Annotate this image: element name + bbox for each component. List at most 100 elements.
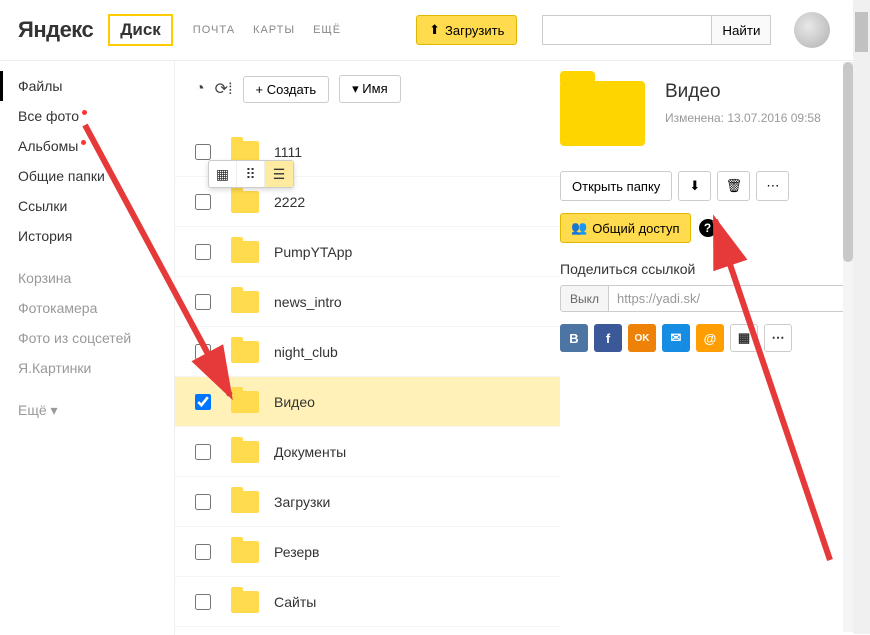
folder-icon [231, 241, 259, 263]
file-row[interactable]: Резерв [175, 527, 560, 577]
open-folder-button[interactable]: Открыть папку [560, 171, 672, 201]
folder-icon [231, 341, 259, 363]
header: Яндекс Диск ПОЧТА КАРТЫ ЕЩЁ ⬆ Загрузить … [0, 0, 870, 61]
timer-icon[interactable]: ◔ [195, 80, 205, 98]
avatar[interactable] [794, 12, 830, 48]
file-row[interactable]: night_club [175, 327, 560, 377]
folder-icon [231, 591, 259, 613]
details-panel: Видео Изменена: 13.07.2016 09:58 Открыть… [560, 61, 870, 635]
file-name: Документы [274, 444, 346, 460]
row-checkbox[interactable] [195, 444, 211, 460]
dots-icon: ⋯ [766, 178, 779, 194]
row-checkbox[interactable] [195, 194, 211, 210]
sidebar-item-pics[interactable]: Я.Картинки [0, 353, 174, 383]
inner-scrollbar[interactable] [843, 62, 853, 632]
row-checkbox[interactable] [195, 294, 211, 310]
details-title: Видео [665, 81, 821, 103]
delete-button[interactable]: 🗑 [717, 171, 750, 201]
mail-icon[interactable]: ✉ [662, 324, 690, 352]
upload-button[interactable]: ⬆ Загрузить [416, 15, 517, 45]
row-checkbox[interactable] [195, 394, 211, 410]
top-nav: ПОЧТА КАРТЫ ЕЩЁ [193, 24, 341, 36]
file-name: 2222 [274, 194, 305, 210]
row-checkbox[interactable] [195, 344, 211, 360]
more-social-icon[interactable]: ⋯ [764, 324, 792, 352]
file-name: 1111 [274, 144, 302, 160]
chevron-down-icon: ▾ [51, 402, 58, 418]
search-box: Найти [542, 15, 771, 45]
sidebar-item-albums[interactable]: Альбомы [0, 131, 174, 161]
download-icon: ⬇ [689, 178, 700, 194]
upload-label: Загрузить [445, 23, 504, 38]
row-checkbox[interactable] [195, 244, 211, 260]
nav-mail[interactable]: ПОЧТА [193, 24, 235, 36]
people-icon: 👥 [571, 220, 587, 236]
sidebar-item-trash[interactable]: Корзина [0, 263, 174, 293]
file-row[interactable]: Загрузки [175, 477, 560, 527]
row-checkbox[interactable] [195, 144, 211, 160]
sidebar-item-history[interactable]: История [0, 221, 174, 251]
sort-button[interactable]: ▾ Имя [339, 75, 400, 103]
folder-icon [231, 191, 259, 213]
row-checkbox[interactable] [195, 594, 211, 610]
file-name: PumpYTApp [274, 244, 352, 260]
more-actions-button[interactable]: ⋯ [756, 171, 789, 201]
search-button[interactable]: Найти [712, 15, 771, 45]
create-button[interactable]: + Создать [243, 76, 330, 103]
folder-icon [231, 541, 259, 563]
view-switcher: ▦ ⠿ ☰ [208, 160, 294, 188]
details-meta: Изменена: 13.07.2016 09:58 [665, 111, 821, 125]
moimir-icon[interactable]: @ [696, 324, 724, 352]
brand-logo[interactable]: Яндекс [18, 17, 93, 43]
search-input[interactable] [542, 15, 712, 45]
share-access-button[interactable]: 👥Общий доступ [560, 213, 691, 243]
fb-icon[interactable]: f [594, 324, 622, 352]
toolbar: ◔ ⟳⁞ + Создать ▾ Имя [175, 61, 560, 117]
file-name: news_intro [274, 294, 342, 310]
nav-more[interactable]: ЕЩЁ [313, 24, 341, 36]
file-row[interactable]: Видео [175, 377, 560, 427]
file-name: Резерв [274, 544, 319, 560]
sidebar-item-photos[interactable]: Все фото [0, 101, 174, 131]
sidebar-item-social[interactable]: Фото из соцсетей [0, 323, 174, 353]
view-list[interactable]: ☰ [265, 161, 293, 187]
sync-icon[interactable]: ⟳⁞ [215, 79, 233, 99]
sidebar-item-shared[interactable]: Общие папки [0, 161, 174, 191]
file-row[interactable]: Сайты [175, 577, 560, 627]
sidebar-more[interactable]: Ещё ▾ [0, 395, 174, 426]
download-button[interactable]: ⬇ [678, 171, 711, 201]
file-list: 1111 2222 PumpYTApp news_intro night_clu… [175, 127, 560, 627]
nav-maps[interactable]: КАРТЫ [253, 24, 295, 36]
sidebar-item-files[interactable]: Файлы [0, 71, 174, 101]
app-logo[interactable]: Диск [108, 14, 173, 46]
link-toggle[interactable]: Выкл [560, 285, 609, 312]
view-tiles-small[interactable]: ⠿ [237, 161, 265, 187]
qr-icon[interactable]: ▦ [730, 324, 758, 352]
sidebar-item-camera[interactable]: Фотокамера [0, 293, 174, 323]
file-row[interactable]: PumpYTApp [175, 227, 560, 277]
social-row: B f OK ✉ @ ▦ ⋯ [560, 324, 848, 352]
trash-icon: 🗑 [726, 178, 743, 194]
vk-icon[interactable]: B [560, 324, 588, 352]
folder-icon-large [560, 81, 645, 146]
folder-icon [231, 391, 259, 413]
share-link-label: Поделиться ссылкой [560, 261, 848, 277]
row-checkbox[interactable] [195, 494, 211, 510]
sidebar: Файлы Все фото Альбомы Общие папки Ссылк… [0, 61, 175, 635]
file-row[interactable]: news_intro [175, 277, 560, 327]
help-icon[interactable]: ? [699, 219, 717, 237]
view-tiles-large[interactable]: ▦ [209, 161, 237, 187]
file-name: Загрузки [274, 494, 330, 510]
file-panel: ◔ ⟳⁞ + Создать ▾ Имя 1111 2222 PumpYTApp… [175, 61, 560, 635]
file-name: Сайты [274, 594, 316, 610]
row-checkbox[interactable] [195, 544, 211, 560]
upload-icon: ⬆ [429, 22, 440, 38]
share-link-input[interactable] [609, 285, 848, 312]
file-row[interactable]: Документы [175, 427, 560, 477]
folder-icon [231, 441, 259, 463]
folder-icon [231, 291, 259, 313]
browser-scrollbar[interactable] [853, 0, 870, 634]
file-name: night_club [274, 344, 338, 360]
sidebar-item-links[interactable]: Ссылки [0, 191, 174, 221]
ok-icon[interactable]: OK [628, 324, 656, 352]
